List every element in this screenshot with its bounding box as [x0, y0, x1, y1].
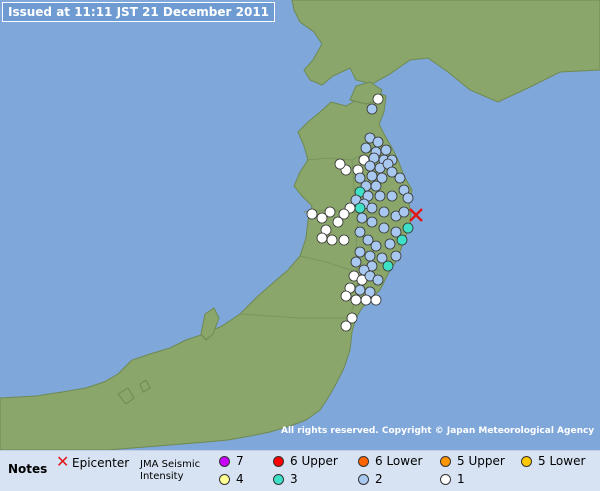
station-intensity-2 — [354, 284, 366, 296]
intensity-7-swatch — [219, 456, 230, 467]
intensity-4-label: 4 — [236, 472, 244, 486]
intensity-map-view: Issued at 11:11 JST 21 December 2011 All… — [0, 0, 600, 491]
station-intensity-2 — [380, 144, 392, 156]
intensity-2-swatch — [358, 474, 369, 485]
station-intensity-2 — [378, 222, 390, 234]
station-intensity-2 — [394, 172, 406, 184]
station-intensity-1 — [350, 294, 362, 306]
station-intensity-2 — [366, 216, 378, 228]
intensity-3-label: 3 — [290, 472, 298, 486]
station-intensity-1 — [332, 216, 344, 228]
copyright-notice: All rights reserved. Copyright © Japan M… — [281, 426, 595, 436]
station-intensity-2 — [384, 238, 396, 250]
station-intensity-2 — [360, 142, 372, 154]
intensity-5-lower-swatch — [521, 456, 532, 467]
station-intensity-1 — [360, 294, 372, 306]
station-intensity-2 — [356, 212, 368, 224]
station-intensity-1 — [370, 294, 382, 306]
station-intensity-2 — [378, 206, 390, 218]
legend-epicenter-label: Epicenter — [72, 456, 130, 470]
station-intensity-2 — [364, 250, 376, 262]
intensity-7-label: 7 — [236, 454, 244, 468]
station-intensity-1 — [372, 93, 384, 105]
station-intensity-3 — [354, 202, 366, 214]
intensity-6-lower-swatch — [358, 456, 369, 467]
legend-scale-label: JMA Seismic Intensity — [140, 459, 201, 482]
station-intensity-2 — [370, 240, 382, 252]
station-intensity-1 — [334, 158, 346, 170]
station-intensity-1 — [326, 234, 338, 246]
station-intensity-1 — [346, 312, 358, 324]
station-intensity-1 — [316, 212, 328, 224]
station-intensity-2 — [354, 246, 366, 258]
intensity-6-upper-swatch — [273, 456, 284, 467]
station-intensity-2 — [366, 170, 378, 182]
station-intensity-2 — [386, 190, 398, 202]
station-intensity-2 — [366, 202, 378, 214]
intensity-1-swatch — [440, 474, 451, 485]
intensity-2-label: 2 — [375, 472, 383, 486]
intensity-5-lower-label: 5 Lower — [538, 454, 586, 468]
station-intensity-2 — [374, 190, 386, 202]
intensity-6-lower-label: 6 Lower — [375, 454, 423, 468]
station-intensity-1 — [306, 208, 318, 220]
station-intensity-1 — [316, 232, 328, 244]
station-intensity-2 — [398, 206, 410, 218]
station-intensity-3 — [396, 234, 408, 246]
intensity-1-label: 1 — [457, 472, 465, 486]
station-intensity-2 — [350, 256, 362, 268]
map-canvas — [0, 0, 600, 450]
legend-notes-label: Notes — [8, 462, 48, 476]
station-intensity-2 — [370, 180, 382, 192]
intensity-4-swatch — [219, 474, 230, 485]
station-intensity-2 — [366, 103, 378, 115]
station-intensity-2 — [390, 250, 402, 262]
intensity-5-upper-label: 5 Upper — [457, 454, 505, 468]
station-intensity-1 — [338, 234, 350, 246]
intensity-6-upper-label: 6 Upper — [290, 454, 338, 468]
legend-panel: Notes ✕ Epicenter JMA Seismic Intensity … — [0, 450, 600, 491]
station-intensity-1 — [340, 290, 352, 302]
intensity-5-upper-swatch — [440, 456, 451, 467]
station-intensity-2 — [372, 136, 384, 148]
station-intensity-2 — [354, 226, 366, 238]
station-intensity-2 — [364, 160, 376, 172]
station-intensity-2 — [372, 274, 384, 286]
station-intensity-3 — [402, 222, 414, 234]
intensity-3-swatch — [273, 474, 284, 485]
epicenter-icon: ✕ — [56, 452, 70, 471]
station-intensity-2 — [402, 192, 414, 204]
issued-time-label: Issued at 11:11 JST 21 December 2011 — [2, 2, 276, 22]
station-intensity-3 — [382, 260, 394, 272]
